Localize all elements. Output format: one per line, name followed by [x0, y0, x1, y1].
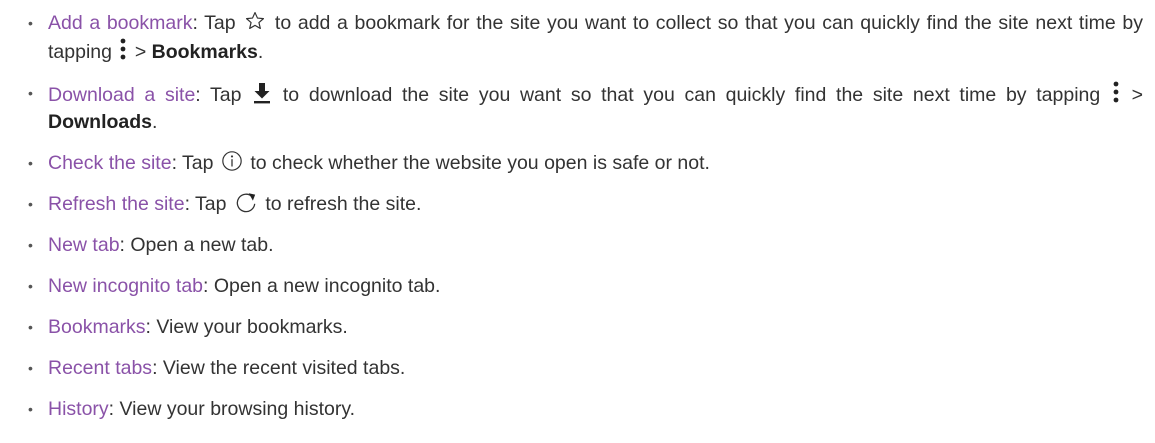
list-item-recent-tabs: • Recent tabs: View the recent visited t… [28, 355, 1143, 382]
item-text: : Tap [171, 152, 219, 174]
item-text: to check whether the website you open is… [244, 152, 710, 174]
download-icon [253, 82, 271, 104]
bullet: • [28, 196, 33, 212]
term-label: New tab [48, 234, 120, 256]
term-label: Bookmarks [48, 316, 146, 338]
item-text: : Open a new incognito tab. [203, 275, 441, 297]
document-page: • Add a bookmark: Tap to add a bookmark … [0, 0, 1155, 443]
more-vertical-icon [119, 37, 127, 61]
bullet: • [28, 401, 33, 417]
list-item-download-site: • Download a site: Tap to download the s… [28, 80, 1143, 136]
bullet: • [28, 360, 33, 376]
item-text: : View your browsing history. [108, 398, 356, 420]
star-outline-icon [244, 10, 266, 32]
item-text: : Tap [192, 12, 243, 34]
term-label: Refresh the site [48, 193, 185, 215]
term-label: Download a site [48, 84, 196, 106]
list-item-check-site: • Check the site: Tap to check whether t… [28, 150, 1143, 177]
feature-list: • Add a bookmark: Tap to add a bookmark … [28, 10, 1143, 423]
item-text: : View your bookmarks. [145, 316, 348, 338]
term-label: History [48, 398, 109, 420]
downloads-menu-label: Downloads [48, 111, 153, 133]
more-vertical-icon [1112, 80, 1120, 104]
term-label: Check the site [48, 152, 172, 174]
bullet: • [28, 237, 33, 253]
bullet: • [28, 85, 33, 101]
bullet: • [28, 278, 33, 294]
term-label: Add a bookmark [48, 12, 193, 34]
list-item-bookmarks: • Bookmarks: View your bookmarks. [28, 314, 1143, 341]
refresh-icon [234, 191, 258, 213]
info-circle-icon [221, 150, 243, 172]
bullet: • [28, 15, 33, 31]
bullet: • [28, 319, 33, 335]
list-item-history: • History: View your browsing history. [28, 396, 1143, 423]
list-item-new-incognito-tab: • New incognito tab: Open a new incognit… [28, 273, 1143, 300]
bookmarks-menu-label: Bookmarks [151, 41, 258, 63]
list-item-add-bookmark: • Add a bookmark: Tap to add a bookmark … [28, 10, 1143, 66]
list-item-new-tab: • New tab: Open a new tab. [28, 232, 1143, 259]
item-text: . [152, 111, 158, 133]
item-text: to refresh the site. [259, 193, 422, 215]
term-label: New incognito tab [48, 275, 204, 297]
item-text: . [257, 41, 264, 63]
item-text: > [1121, 84, 1144, 106]
item-text: > [129, 41, 152, 63]
item-text: : Tap [195, 84, 252, 106]
item-text: : Open a new tab. [119, 234, 274, 256]
list-item-refresh-site: • Refresh the site: Tap to refresh the s… [28, 191, 1143, 218]
item-text: : Tap [184, 193, 232, 215]
item-text: to download the site you want so that yo… [273, 84, 1110, 106]
bullet: • [28, 155, 33, 171]
term-label: Recent tabs [48, 357, 153, 379]
item-text: : View the recent visited tabs. [152, 357, 406, 379]
